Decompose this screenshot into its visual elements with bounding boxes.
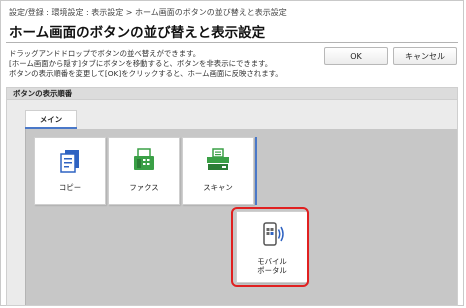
- cancel-button[interactable]: キャンセル: [393, 47, 457, 65]
- tile-scan[interactable]: スキャン: [182, 137, 254, 205]
- tile-label: モバイル ポータル: [237, 257, 307, 275]
- tab-main[interactable]: メイン: [25, 110, 77, 128]
- tile-copy[interactable]: コピー: [34, 137, 106, 205]
- tile-label: スキャン: [203, 183, 233, 192]
- description-line: ドラッグアンドドロップでボタンの並べ替えができます。: [9, 49, 201, 58]
- tile-label: コピー: [58, 183, 82, 192]
- tile-label-line: ポータル: [257, 266, 287, 275]
- copy-icon: [60, 150, 79, 173]
- tile-mobile-portal[interactable]: モバイル ポータル: [236, 211, 308, 283]
- breadcrumb: 設定/登録 : 環境設定 : 表示設定 > ホーム画面のボタンの並び替えと表示設…: [9, 8, 287, 17]
- page-title: ホーム画面のボタンの並び替えと表示設定: [9, 25, 266, 41]
- description-line: ボタンの表示順番を変更して[OK]をクリックすると、ホーム画面に反映されます。: [9, 69, 283, 79]
- scan-icon: [207, 148, 229, 170]
- title-divider: [6, 42, 458, 43]
- tile-fax[interactable]: ファクス: [108, 137, 180, 205]
- tile-label: ファクス: [129, 183, 159, 192]
- mobile-portal-icon: [263, 222, 284, 246]
- drop-position-marker: [255, 137, 257, 205]
- ok-button[interactable]: OK: [324, 47, 388, 65]
- description: ドラッグアンドドロップでボタンの並べ替えができます。 [ホーム画面から隠す]タブ…: [9, 49, 329, 80]
- section-header: ボタンの表示順番: [7, 88, 457, 100]
- description-line: [ホーム画面から隠す]タブにボタンを移動すると、ボタンを非表示にできます。: [9, 59, 273, 69]
- fax-icon: [134, 148, 154, 170]
- tile-label-line: モバイル: [257, 257, 287, 266]
